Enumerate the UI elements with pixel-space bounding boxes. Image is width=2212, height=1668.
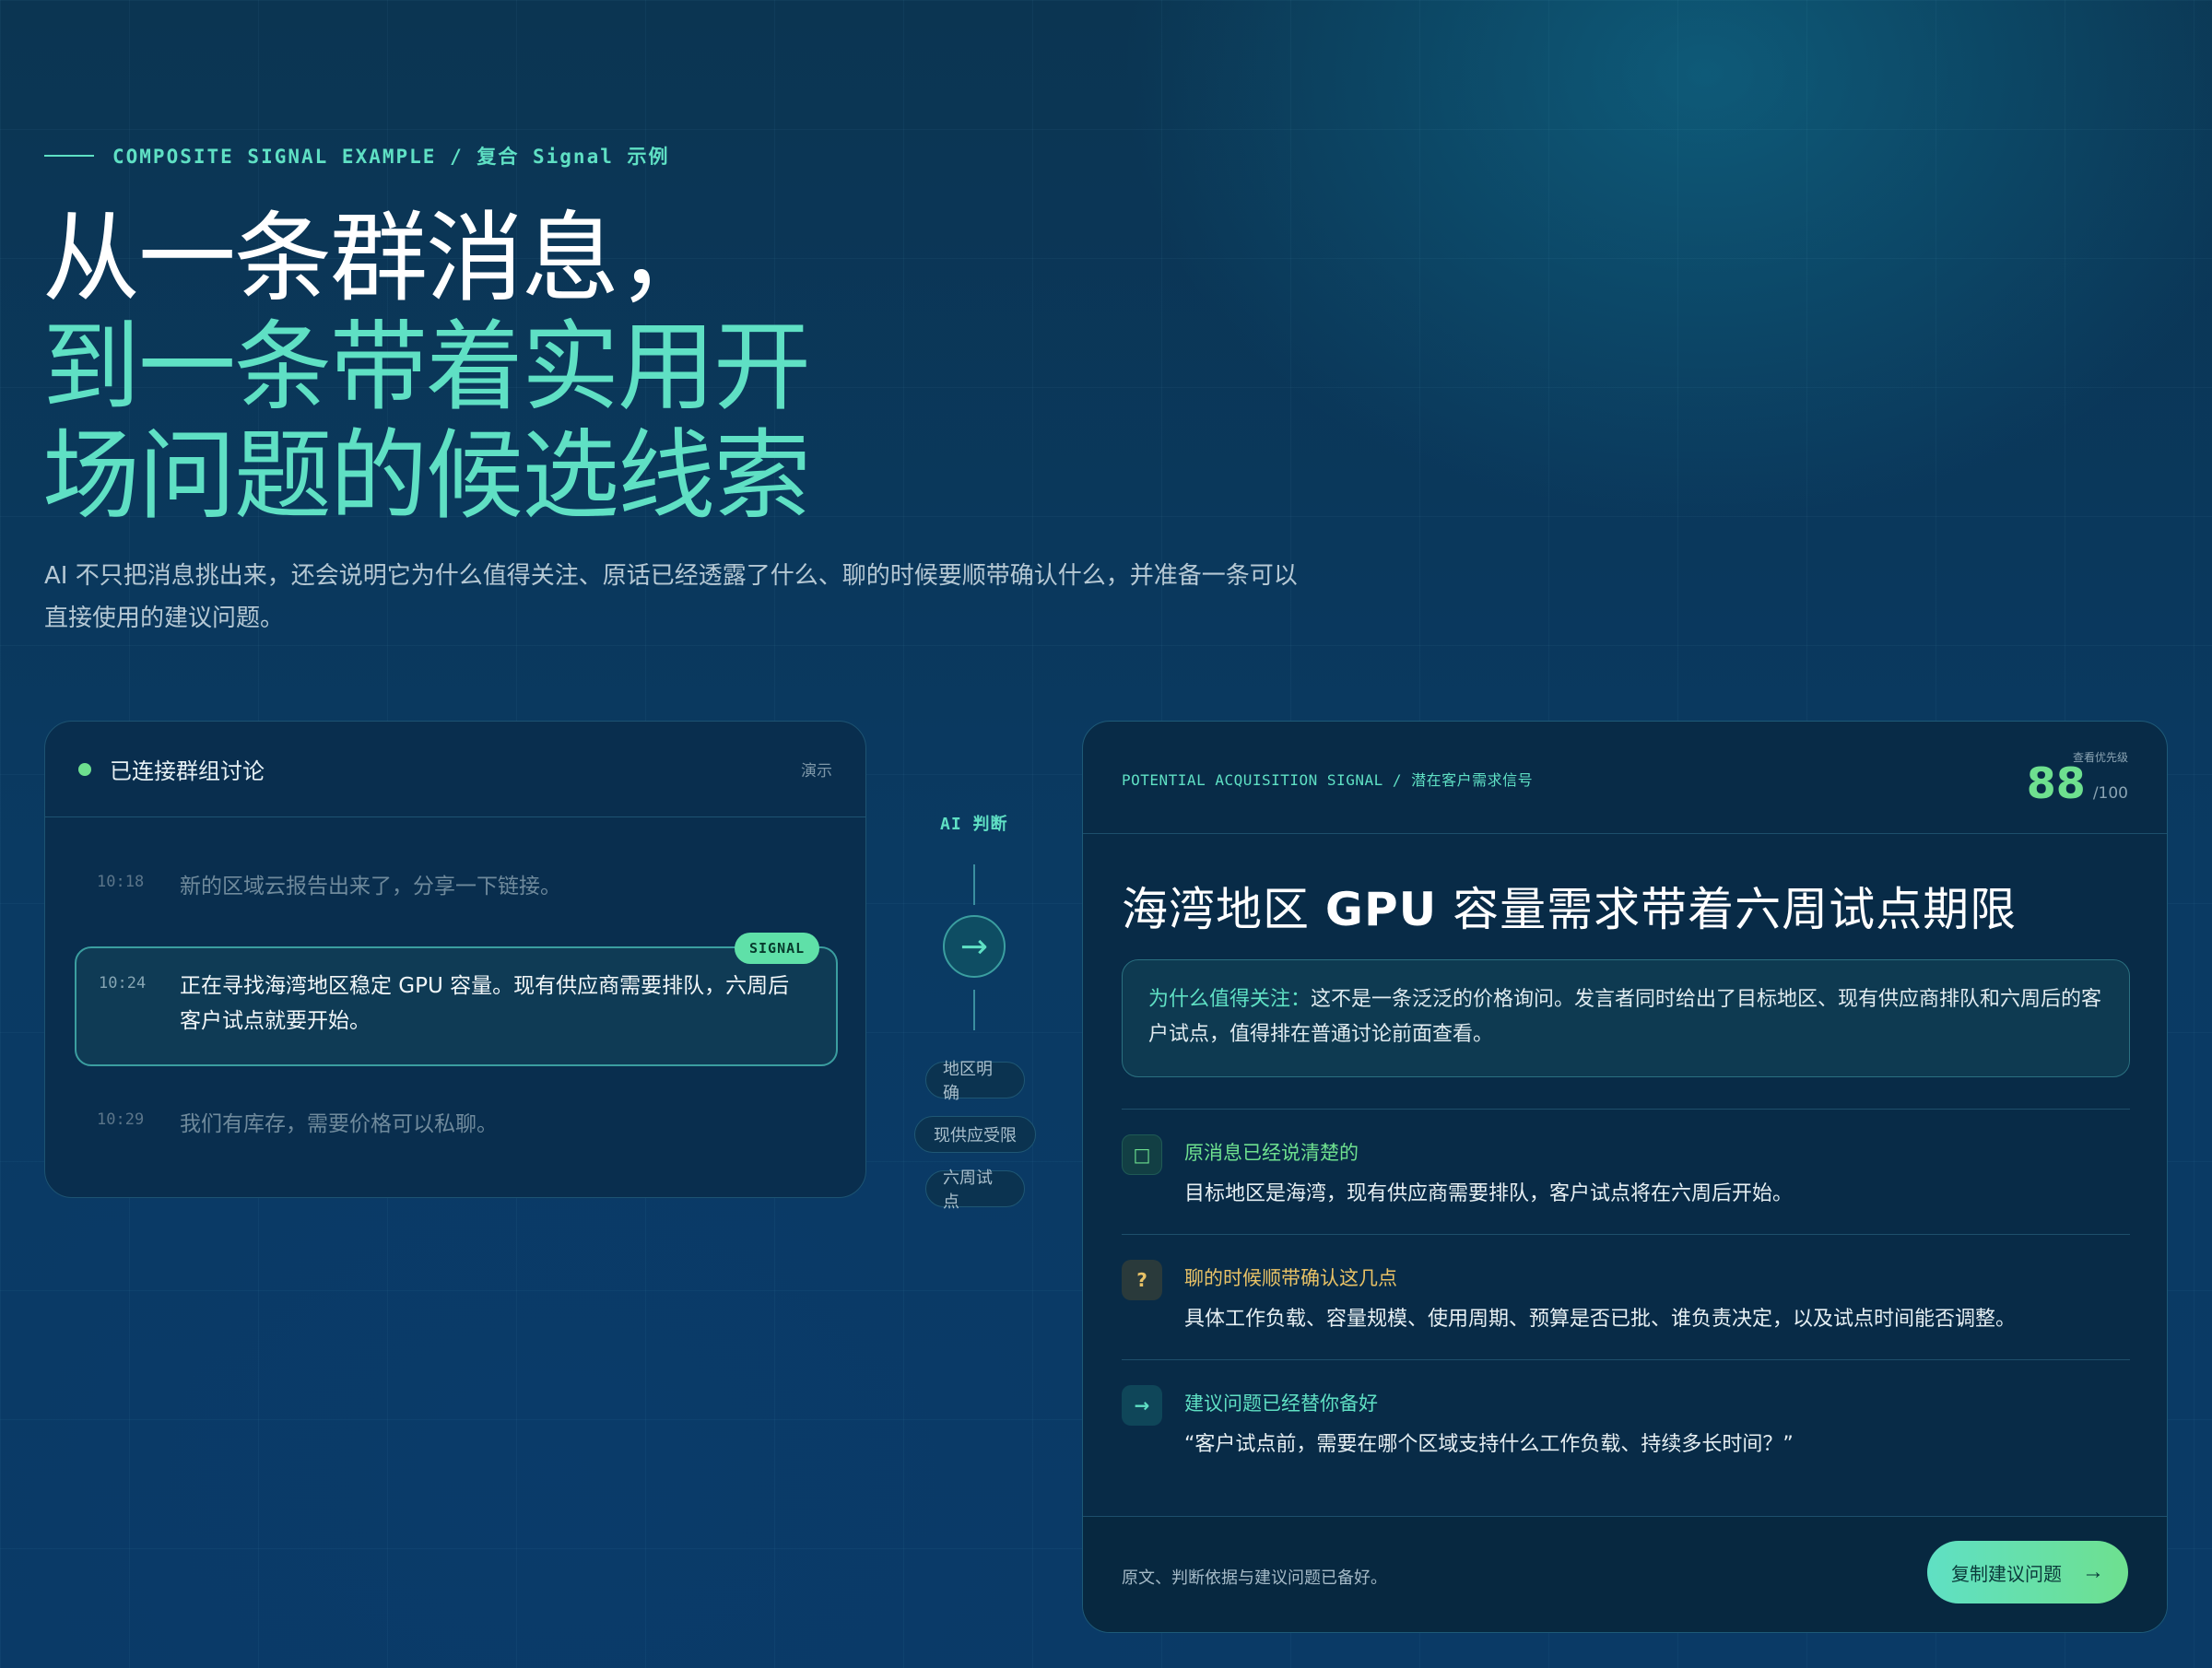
item-suggested-question: → 建议问题已经替你备好 “客户试点前，需要在哪个区域支持什么工作负载、持续多长… bbox=[1122, 1385, 2130, 1468]
signal-title: 海湾地区 GPU 容量需求带着六周试点期限 bbox=[1122, 873, 2017, 939]
hero-title-line-1: 从一条群消息， bbox=[42, 202, 715, 315]
ai-judgment-label: AI 判断 bbox=[940, 815, 1008, 834]
demo-label: 演示 bbox=[801, 762, 832, 781]
divider bbox=[1122, 1359, 2130, 1360]
message-time: 10:24 bbox=[99, 974, 147, 993]
signal-message[interactable]: 10:24 正在寻找海湾地区稳定 GPU 容量。现有供应商需要排队，六周后客户试… bbox=[75, 946, 838, 1066]
signal-card: POTENTIAL ACQUISITION SIGNAL / 潜在客户需求信号 … bbox=[1082, 721, 2168, 1633]
eyebrow-line bbox=[44, 155, 94, 157]
item-body: 目标地区是海湾，现有供应商需要排队，客户试点将在六周后开始。 bbox=[1184, 1182, 1794, 1205]
score-value: 88 bbox=[2026, 758, 2086, 808]
message-text: 新的区域云报告出来了，分享一下链接。 bbox=[180, 875, 561, 899]
score-max: /100 bbox=[2092, 784, 2128, 803]
signal-card-footer: 原文、判断依据与建议问题已备好。 复制建议问题 → bbox=[1083, 1516, 2167, 1632]
eyebrow-text: COMPOSITE SIGNAL EXAMPLE / 复合 Signal 示例 bbox=[112, 146, 670, 168]
chat-title: 已连接群组讨论 bbox=[110, 758, 265, 784]
item-confirm-points: ? 聊的时候顺带确认这几点 具体工作负载、容量规模、使用周期、预算是否已批、谁负… bbox=[1122, 1260, 2130, 1343]
question-icon: ? bbox=[1122, 1260, 1162, 1300]
why-notable-box: 为什么值得关注：这不是一条泛泛的价格询问。发言者同时给出了目标地区、现有供应商排… bbox=[1122, 959, 2130, 1077]
arrow-right-icon: → bbox=[2082, 1559, 2104, 1584]
arrow-right-icon: → bbox=[1122, 1385, 1162, 1426]
why-label: 为什么值得关注： bbox=[1148, 988, 1312, 1011]
eyebrow: COMPOSITE SIGNAL EXAMPLE / 复合 Signal 示例 bbox=[44, 142, 670, 170]
item-body: 具体工作负载、容量规模、使用周期、预算是否已批、谁负责决定，以及试点时间能否调整… bbox=[1184, 1308, 2017, 1331]
copy-button-label: 复制建议问题 bbox=[1951, 1564, 2062, 1585]
item-body: “客户试点前，需要在哪个区域支持什么工作负载、持续多长时间？” bbox=[1184, 1433, 1794, 1456]
signal-badge: SIGNAL bbox=[735, 933, 820, 964]
item-heading: 建议问题已经替你备好 bbox=[1184, 1392, 1378, 1415]
hero-description: AI 不只把消息挑出来，还会说明它为什么值得关注、原话已经透露了什么、聊的时候要… bbox=[44, 562, 1298, 632]
item-already-clear: □ 原消息已经说清楚的 目标地区是海湾，现有供应商需要排队，客户试点将在六周后开… bbox=[1122, 1134, 2130, 1217]
title-prefix: 海湾地区 bbox=[1122, 883, 1325, 936]
signal-card-header: POTENTIAL ACQUISITION SIGNAL / 潜在客户需求信号 … bbox=[1083, 722, 2167, 834]
item-heading: 聊的时候顺带确认这几点 bbox=[1184, 1267, 1397, 1289]
connected-status-dot bbox=[78, 762, 91, 776]
divider bbox=[1122, 1234, 2130, 1235]
message-time: 10:18 bbox=[97, 873, 145, 891]
chip-supply-limited: 现供应受限 bbox=[914, 1116, 1036, 1153]
message-time: 10:29 bbox=[97, 1110, 145, 1129]
priority-score: 88 /100 bbox=[2027, 758, 2128, 808]
chip-region-clear: 地区明确 bbox=[925, 1060, 1025, 1103]
connector-line-bottom bbox=[973, 990, 975, 1030]
hero-title-line-2: 到一条带着实用开 bbox=[42, 311, 811, 424]
chat-message: 10:29 我们有库存，需要价格可以私聊。 bbox=[97, 1107, 814, 1142]
chat-message: 10:18 新的区域云报告出来了，分享一下链接。 bbox=[97, 869, 814, 904]
item-heading: 原消息已经说清楚的 bbox=[1184, 1142, 1359, 1164]
message-text: 正在寻找海湾地区稳定 GPU 容量。现有供应商需要排队，六周后客户试点就要开始。 bbox=[180, 974, 790, 1033]
signal-tag: POTENTIAL ACQUISITION SIGNAL / 潜在客户需求信号 bbox=[1122, 771, 1534, 789]
hero-title-line-3: 场问题的候选线索 bbox=[42, 419, 811, 533]
arrow-right-icon: → bbox=[943, 915, 1006, 978]
divider bbox=[1122, 1109, 2130, 1110]
title-bold: GPU bbox=[1324, 883, 1438, 936]
chip-six-week-pilot: 六周试点 bbox=[925, 1169, 1025, 1212]
message-text: 我们有库存，需要价格可以私聊。 bbox=[180, 1112, 498, 1136]
connector-line-top bbox=[973, 864, 975, 905]
hero-title: 从一条群消息， 到一条带着实用开 场问题的候选线索 bbox=[42, 202, 811, 533]
copy-suggested-question-button[interactable]: 复制建议问题 → bbox=[1927, 1541, 2128, 1603]
square-check-icon: □ bbox=[1122, 1134, 1162, 1175]
chat-header: 已连接群组讨论 演示 bbox=[45, 722, 865, 817]
footer-note: 原文、判断依据与建议问题已备好。 bbox=[1122, 1568, 1387, 1588]
title-suffix: 容量需求带着六周试点期限 bbox=[1437, 883, 2018, 936]
